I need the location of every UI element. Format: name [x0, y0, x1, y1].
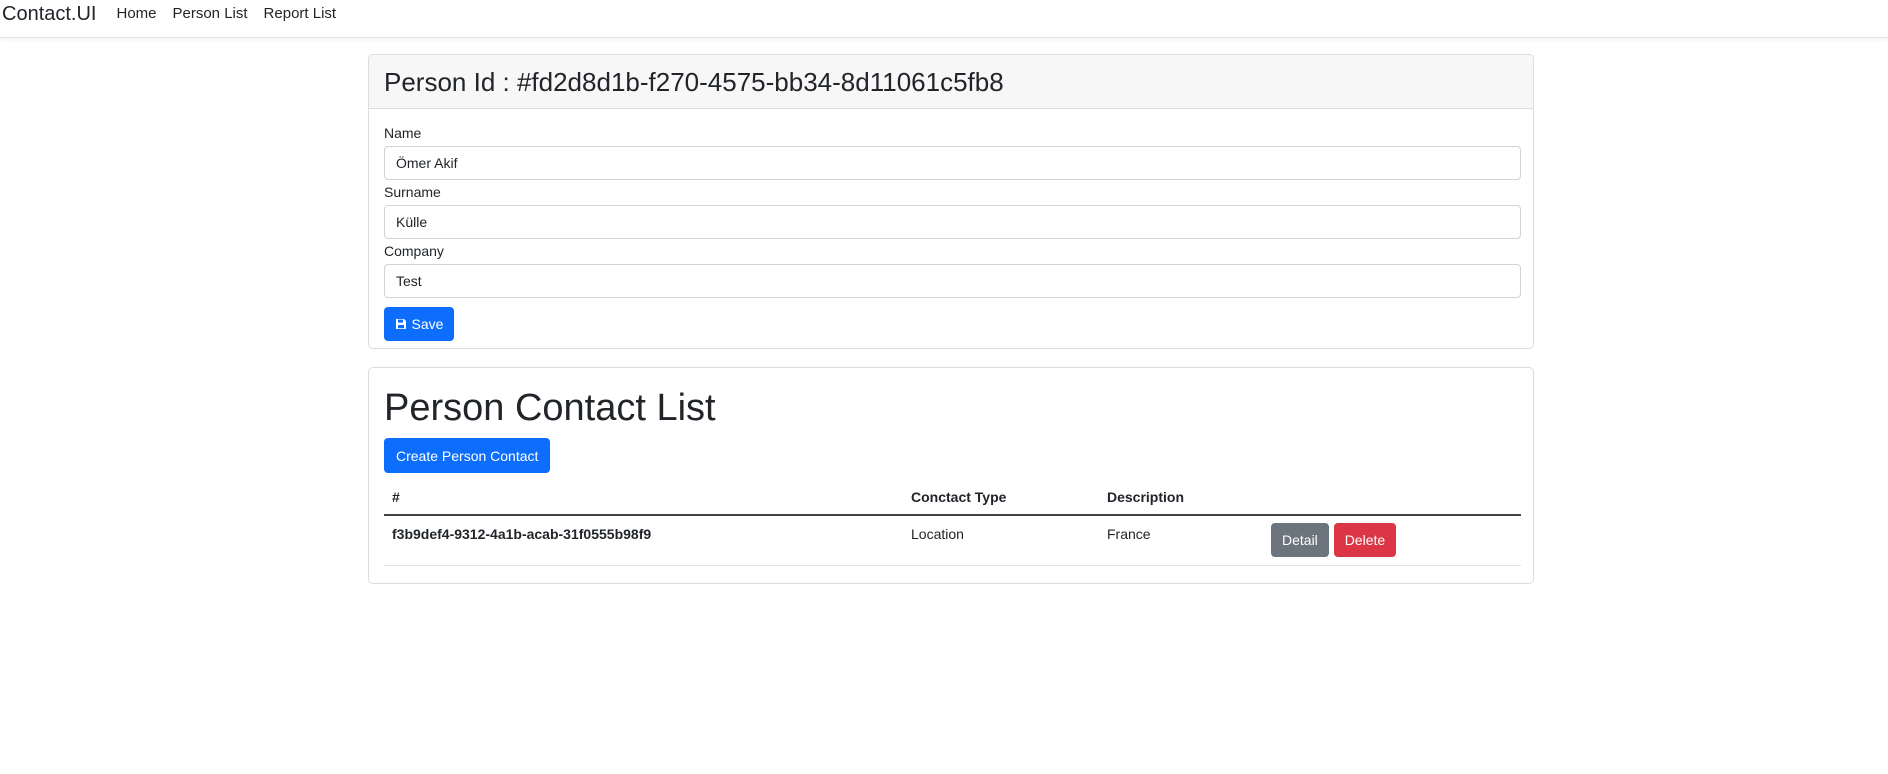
person-card: Person Id : #fd2d8d1b-f270-4575-bb34-8d1…: [368, 54, 1534, 349]
contacts-card-body: Person Contact List Create Person Contac…: [369, 368, 1533, 566]
contact-list-title: Person Contact List: [384, 387, 716, 429]
delete-button[interactable]: Delete: [1333, 523, 1397, 557]
contacts-card: Person Contact List Create Person Contac…: [368, 367, 1534, 584]
name-input[interactable]: [384, 146, 1521, 180]
column-header-description: Description: [1099, 479, 1263, 516]
column-header-contact-type: Conctact Type: [903, 479, 1099, 516]
contact-id-cell: f3b9def4-9312-4a1b-acab-31f0555b98f9: [384, 515, 903, 566]
brand-link[interactable]: Contact.UI: [0, 1, 96, 27]
column-header-id: #: [384, 479, 903, 516]
save-button[interactable]: Save: [384, 307, 454, 341]
nav-link-person-list[interactable]: Person List: [173, 1, 248, 27]
company-label: Company: [384, 243, 444, 259]
nav-link-home[interactable]: Home: [116, 1, 156, 27]
column-header-actions: [1263, 479, 1521, 516]
contacts-table: # Conctact Type Description f3b9def4-931…: [384, 479, 1521, 566]
save-label: Save: [411, 316, 444, 332]
table-header-row: # Conctact Type Description: [384, 479, 1521, 516]
person-card-header: Person Id : #fd2d8d1b-f270-4575-bb34-8d1…: [369, 55, 1533, 109]
table-row: f3b9def4-9312-4a1b-acab-31f0555b98f9 Loc…: [384, 515, 1521, 566]
detail-button[interactable]: Detail: [1271, 523, 1329, 557]
contact-description-cell: France: [1099, 515, 1263, 566]
contact-actions-cell: Detail Delete: [1263, 515, 1521, 566]
surname-input[interactable]: [384, 205, 1521, 239]
person-form: Name Surname Company Save: [369, 109, 1533, 341]
company-input[interactable]: [384, 264, 1521, 298]
name-label: Name: [384, 125, 422, 141]
person-id-title: Person Id : #fd2d8d1b-f270-4575-bb34-8d1…: [384, 67, 1004, 97]
surname-label: Surname: [384, 184, 441, 200]
top-navbar: Contact.UI Home Person List Report List: [0, 0, 1888, 38]
floppy-disk-icon: [395, 318, 407, 330]
create-person-contact-button[interactable]: Create Person Contact: [384, 438, 551, 473]
nav-link-report-list[interactable]: Report List: [264, 1, 337, 27]
contact-type-cell: Location: [903, 515, 1099, 566]
